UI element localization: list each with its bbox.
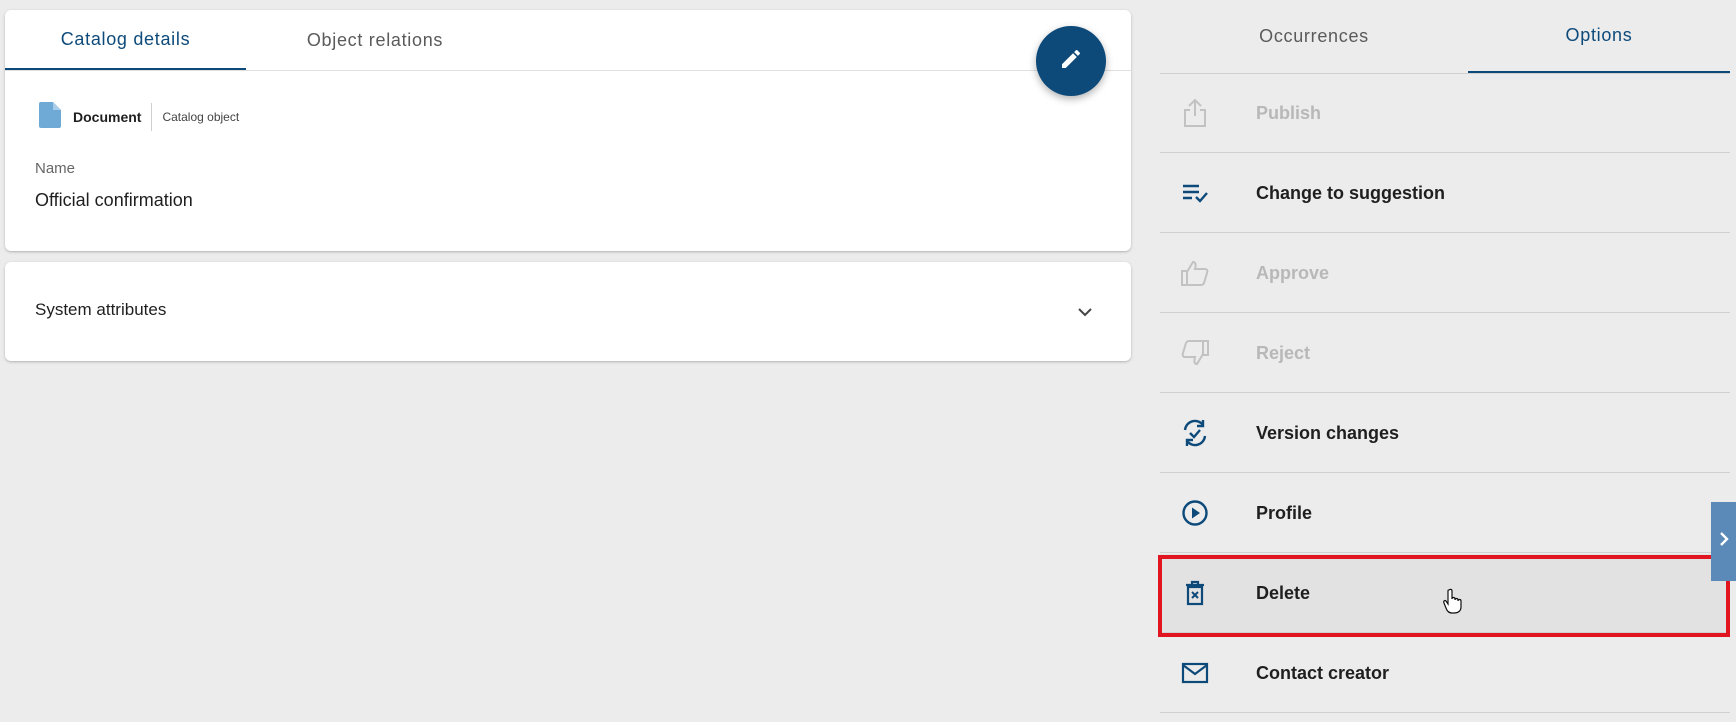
details-tab-bar: Catalog details Object relations (5, 10, 1131, 71)
side-panel-toggle[interactable] (1711, 502, 1736, 581)
document-icon (39, 101, 61, 133)
option-profile[interactable]: Profile (1160, 474, 1730, 553)
option-approve-label: Approve (1256, 262, 1330, 283)
sync-check-icon (1180, 418, 1210, 448)
tab-options[interactable]: Options (1468, 0, 1730, 73)
option-profile-label: Profile (1256, 502, 1313, 523)
object-type-label: Document (73, 109, 142, 125)
divider (151, 103, 153, 131)
playlist-check-icon (1180, 178, 1210, 208)
edit-button[interactable] (1036, 26, 1106, 96)
option-reject[interactable]: Reject (1160, 314, 1730, 393)
option-change-to-suggestion-label: Change to suggestion (1256, 182, 1445, 203)
tab-object-relations[interactable]: Object relations (246, 10, 504, 70)
object-type-row: Document Catalog object (39, 101, 240, 133)
side-tab-bar: Occurrences Options (1160, 0, 1730, 74)
thumb-up-icon (1180, 258, 1210, 288)
tab-occurrences[interactable]: Occurrences (1160, 0, 1468, 73)
option-contact-creator-label: Contact creator (1256, 662, 1390, 683)
option-version-changes[interactable]: Version changes (1160, 394, 1730, 473)
option-version-changes-label: Version changes (1256, 422, 1400, 443)
trash-icon (1180, 578, 1210, 608)
option-delete-label: Delete (1256, 582, 1311, 603)
pencil-icon (1059, 47, 1083, 76)
publish-icon (1180, 98, 1210, 128)
option-approve[interactable]: Approve (1160, 234, 1730, 313)
option-publish-label: Publish (1256, 102, 1322, 123)
name-field-value: Official confirmation (35, 190, 193, 210)
mail-icon (1180, 658, 1210, 688)
system-attributes-panel[interactable]: System attributes (5, 262, 1131, 361)
chevron-down-icon[interactable] (1075, 302, 1095, 327)
object-kind-label: Catalog object (162, 110, 240, 124)
hand-cursor-icon (1443, 588, 1463, 619)
option-reject-label: Reject (1256, 342, 1311, 363)
play-circle-icon (1180, 498, 1210, 528)
name-field-label: Name (35, 160, 76, 177)
tab-catalog-details[interactable]: Catalog details (5, 10, 246, 70)
thumb-down-icon (1180, 338, 1210, 368)
chevron-right-icon (1717, 530, 1731, 553)
catalog-details-card: Catalog details Object relations Documen… (5, 10, 1131, 251)
system-attributes-title: System attributes (35, 300, 167, 319)
option-contact-creator[interactable]: Contact creator (1160, 634, 1730, 713)
option-change-to-suggestion[interactable]: Change to suggestion (1160, 154, 1730, 233)
option-publish[interactable]: Publish (1160, 74, 1730, 153)
